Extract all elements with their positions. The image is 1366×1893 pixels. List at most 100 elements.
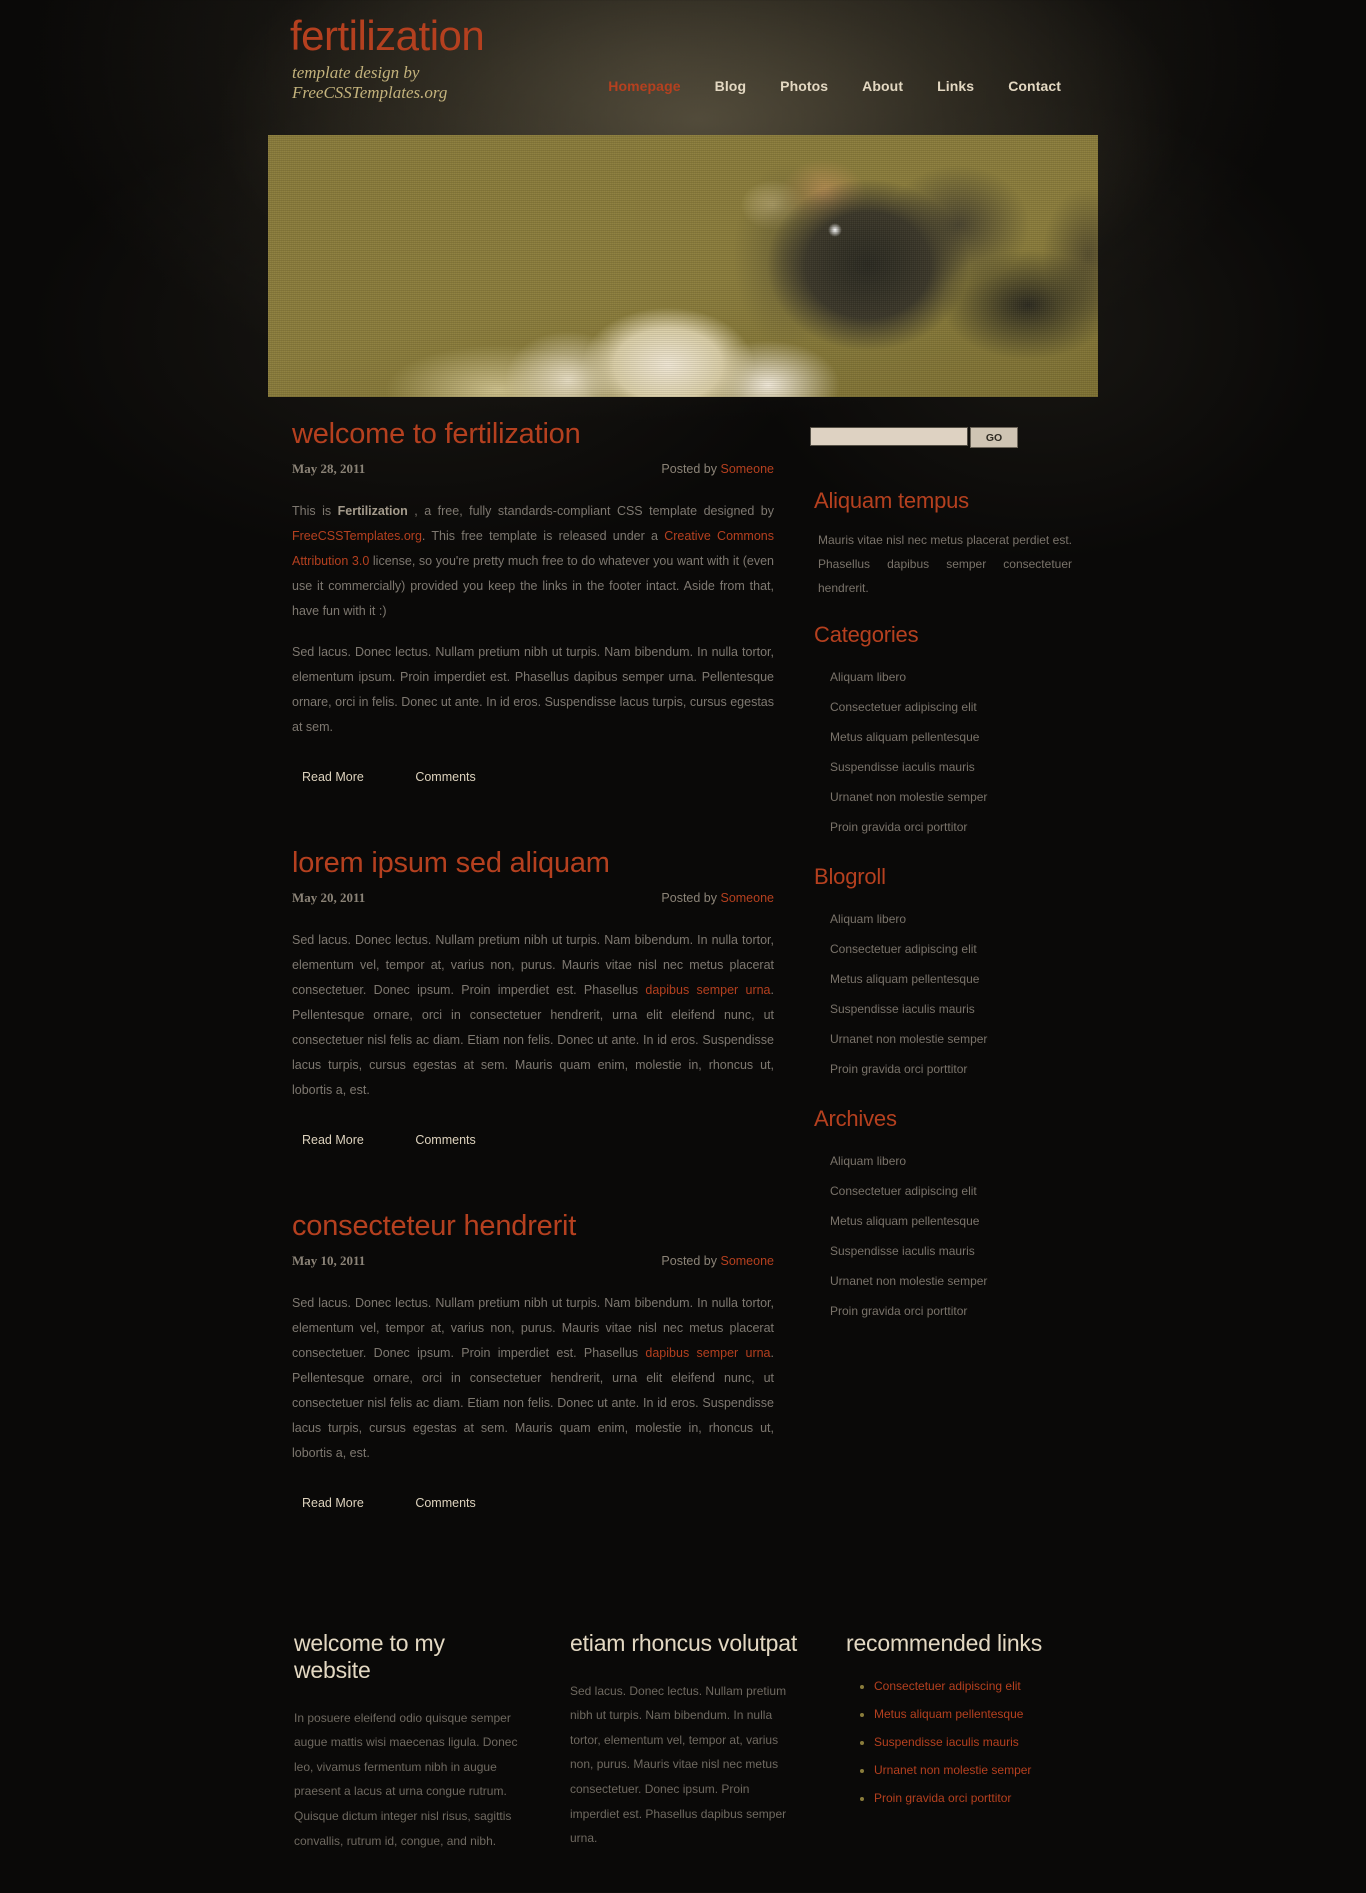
nav-link-about[interactable]: About (845, 78, 920, 94)
list-item[interactable]: Consectetuer adipiscing elit (828, 934, 1076, 964)
search-go-button[interactable]: GO (970, 427, 1018, 448)
list-item[interactable]: Consectetuer adipiscing elit (860, 1679, 1076, 1707)
post-author-link[interactable]: Someone (720, 891, 774, 905)
sidebar-link[interactable]: Metus aliquam pellentesque (828, 722, 1076, 752)
posted-by-label: Posted by (661, 890, 717, 905)
list-item[interactable]: Urnanet non molestie semper (828, 1024, 1076, 1054)
inline-link[interactable]: dapibus semper urna (645, 1346, 770, 1360)
post-paragraph-body: Sed lacus. Donec lectus. Nullam pretium … (292, 932, 774, 1097)
post-title[interactable]: welcome to fertilization (292, 418, 776, 451)
nav-link-links[interactable]: Links (920, 78, 991, 94)
sidebar-link[interactable]: Aliquam libero (828, 1146, 1076, 1176)
list-item[interactable]: Aliquam libero (828, 662, 1076, 692)
sidebar-heading: Archives (814, 1106, 897, 1131)
list-item[interactable]: Aliquam libero (828, 1146, 1076, 1176)
post-author-line: Posted by Someone (661, 891, 774, 905)
list-item[interactable]: Consectetuer adipiscing elit (828, 1176, 1076, 1206)
sidebar-link[interactable]: Consectetuer adipiscing elit (828, 934, 1076, 964)
banner-grain-overlay (268, 135, 1098, 397)
list-item[interactable]: Proin gravida orci porttitor (828, 1296, 1076, 1326)
list-item[interactable]: Urnanet non molestie semper (828, 782, 1076, 812)
sidebar-link[interactable]: Proin gravida orci porttitor (828, 1296, 1076, 1326)
footer-link[interactable]: Suspendisse iaculis mauris (874, 1735, 1019, 1749)
post-title[interactable]: lorem ipsum sed aliquam (292, 847, 776, 880)
footer-link[interactable]: Urnanet non molestie semper (874, 1763, 1031, 1777)
freecsstemplates-link[interactable]: FreeCSSTemplates.org (292, 529, 422, 543)
nav-link-blog[interactable]: Blog (698, 78, 764, 94)
read-more-link[interactable]: Read More (302, 770, 364, 784)
sidebar-link[interactable]: Urnanet non molestie semper (828, 782, 1076, 812)
sidebar-link[interactable]: Suspendisse iaculis mauris (828, 752, 1076, 782)
post-author-link[interactable]: Someone (720, 462, 774, 476)
post-title[interactable]: consecteteur hendrerit (292, 1210, 776, 1243)
nav-link-homepage[interactable]: Homepage (591, 78, 697, 94)
post-meta: May 20, 2011 Posted by Someone (292, 890, 774, 906)
sidebar-text: Mauris vitae nisl nec metus placerat per… (818, 533, 1072, 595)
read-more-link[interactable]: Read More (302, 1496, 364, 1510)
sidebar-link[interactable]: Proin gravida orci porttitor (828, 812, 1076, 842)
list-item[interactable]: Suspendisse iaculis mauris (828, 1236, 1076, 1266)
list-item[interactable]: Urnanet non molestie semper (828, 1266, 1076, 1296)
site-header: fertilization template design by FreeCSS… (268, 0, 1098, 135)
footer-link[interactable]: Proin gravida orci porttitor (874, 1791, 1011, 1805)
list-item[interactable]: Aliquam libero (828, 904, 1076, 934)
list-item[interactable]: Suspendisse iaculis mauris (860, 1735, 1076, 1763)
list-item[interactable]: Suspendisse iaculis mauris (828, 994, 1076, 1024)
list-item[interactable]: Consectetuer adipiscing elit (828, 692, 1076, 722)
nav-item-photos[interactable]: Photos (763, 78, 845, 94)
blog-post: consecteteur hendrerit May 10, 2011 Post… (290, 1210, 776, 1510)
search-input[interactable] (810, 427, 968, 446)
sidebar-link[interactable]: Urnanet non molestie semper (828, 1024, 1076, 1054)
comments-link[interactable]: Comments (415, 770, 475, 784)
footer-column-links: recommended links Consectetuer adipiscin… (820, 1630, 1096, 1854)
list-item[interactable]: Proin gravida orci porttitor (828, 1054, 1076, 1084)
list-item[interactable]: Proin gravida orci porttitor (860, 1791, 1076, 1819)
post-paragraph-body: Sed lacus. Donec lectus. Nullam pretium … (292, 1295, 774, 1460)
nav-link-photos[interactable]: Photos (763, 78, 845, 94)
list-item[interactable]: Proin gravida orci porttitor (828, 812, 1076, 842)
nav-item-contact[interactable]: Contact (991, 78, 1078, 94)
post-links: Read More Comments (302, 1496, 776, 1510)
post-author-line: Posted by Someone (661, 1254, 774, 1268)
nav-item-about[interactable]: About (845, 78, 920, 94)
sidebar-link[interactable]: Consectetuer adipiscing elit (828, 1176, 1076, 1206)
post-paragraph-body: Sed lacus. Donec lectus. Nullam pretium … (292, 644, 774, 734)
list-item[interactable]: Metus aliquam pellentesque (828, 1206, 1076, 1236)
read-more-link[interactable]: Read More (302, 1133, 364, 1147)
comments-link[interactable]: Comments (415, 1496, 475, 1510)
footer-link[interactable]: Consectetuer adipiscing elit (874, 1679, 1021, 1693)
sidebar-link[interactable]: Suspendisse iaculis mauris (828, 1236, 1076, 1266)
sidebar-heading: Blogroll (814, 864, 886, 889)
nav-item-homepage[interactable]: Homepage (591, 78, 697, 94)
nav-item-blog[interactable]: Blog (698, 78, 764, 94)
inline-link[interactable]: dapibus semper urna (645, 983, 770, 997)
sidebar-link[interactable]: Metus aliquam pellentesque (828, 1206, 1076, 1236)
site-title[interactable]: fertilization (290, 13, 485, 58)
list-item[interactable]: Metus aliquam pellentesque (828, 964, 1076, 994)
list-item[interactable]: Metus aliquam pellentesque (860, 1707, 1076, 1735)
banner-image (268, 135, 1098, 397)
post-links: Read More Comments (302, 1133, 776, 1147)
sidebar-link[interactable]: Consectetuer adipiscing elit (828, 692, 1076, 722)
post-author-line: Posted by Someone (661, 462, 774, 476)
sidebar-link[interactable]: Metus aliquam pellentesque (828, 964, 1076, 994)
sidebar-box-aliquam-tempus: Aliquam tempus Mauris vitae nisl nec met… (806, 488, 1076, 600)
list-item[interactable]: Suspendisse iaculis mauris (828, 752, 1076, 782)
list-item[interactable]: Urnanet non molestie semper (860, 1763, 1076, 1791)
page-wrapper: fertilization template design by FreeCSS… (0, 0, 1366, 1893)
footer-heading: etiam rhoncus volutpat (570, 1629, 798, 1656)
nav-item-links[interactable]: Links (920, 78, 991, 94)
comments-link[interactable]: Comments (415, 1133, 475, 1147)
post-author-link[interactable]: Someone (720, 1254, 774, 1268)
sidebar-link[interactable]: Proin gravida orci porttitor (828, 1054, 1076, 1084)
sidebar-link[interactable]: Aliquam libero (828, 904, 1076, 934)
sidebar-link[interactable]: Urnanet non molestie semper (828, 1266, 1076, 1296)
sidebar-box-categories: Categories Aliquam libero Consectetuer a… (806, 622, 1076, 842)
site-logo[interactable]: fertilization template design by FreeCSS… (290, 13, 485, 104)
footer-link[interactable]: Metus aliquam pellentesque (874, 1707, 1023, 1721)
sidebar-link[interactable]: Aliquam libero (828, 662, 1076, 692)
list-item[interactable]: Metus aliquam pellentesque (828, 722, 1076, 752)
sidebar-link[interactable]: Suspendisse iaculis mauris (828, 994, 1076, 1024)
content-column: welcome to fertilization May 28, 2011 Po… (268, 418, 798, 1574)
nav-link-contact[interactable]: Contact (991, 78, 1078, 94)
